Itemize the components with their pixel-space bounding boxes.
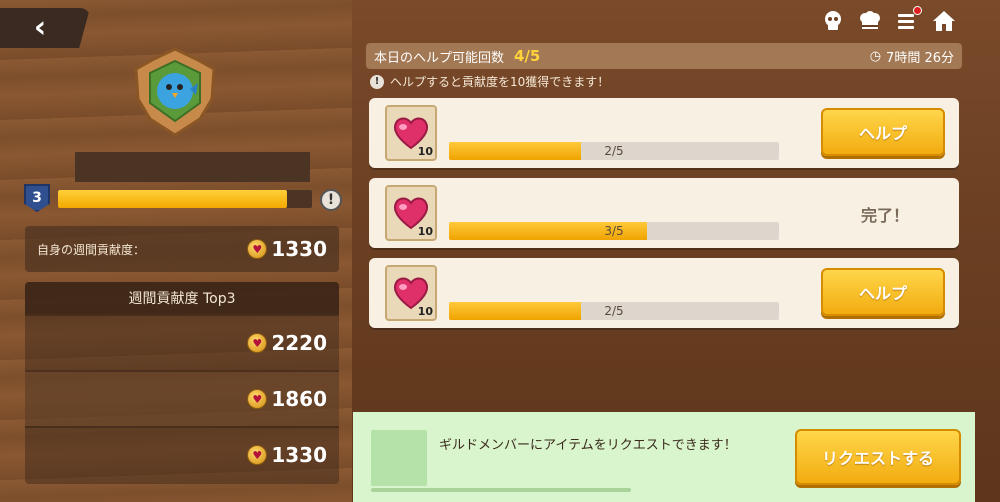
request-progress-bar: 2/5 xyxy=(449,302,779,320)
notification-dot xyxy=(913,6,922,15)
my-weekly-contribution: 自身の週間貢献度： ♥ 1330 xyxy=(25,226,339,272)
request-progress-text: 2/5 xyxy=(604,304,624,318)
back-icon: ‹ xyxy=(33,10,47,45)
help-count-value: 4/5 xyxy=(514,47,541,65)
request-button[interactable]: リクエストする xyxy=(795,429,961,485)
item-request-bar: ギルドメンバーにアイテムをリクエストできます！ リクエストする xyxy=(353,412,975,502)
list-item: ♥ 1860 xyxy=(25,370,339,426)
request-card: 10 3/5 完了！ xyxy=(369,178,959,248)
top-nav-icons xyxy=(821,6,956,33)
item-quantity: 10 xyxy=(417,225,433,238)
reset-timer-value: 7時間 26分 xyxy=(886,50,954,66)
request-progress-text: 2/5 xyxy=(604,144,624,158)
top3-score: 1860 xyxy=(271,387,327,411)
reset-timer: ◷ 7時間 26分 xyxy=(870,47,954,66)
clock-icon: ◷ xyxy=(869,48,882,64)
my-weekly-score: ♥ 1330 xyxy=(247,237,327,261)
request-card: 10 2/5 ヘルプ xyxy=(369,258,959,328)
item-quantity: 10 xyxy=(417,305,433,318)
top3-score: 2220 xyxy=(271,331,327,355)
item-slot: 10 xyxy=(385,105,437,161)
my-weekly-label: 自身の週間貢献度： xyxy=(37,242,146,257)
request-item-thumbnail[interactable] xyxy=(371,430,427,486)
xp-bar xyxy=(58,190,312,208)
help-count-label: 本日のヘルプ可能回数 xyxy=(374,50,505,66)
coin-icon: ♥ xyxy=(247,389,268,409)
guild-name-bar xyxy=(75,152,310,182)
coin-icon: ♥ xyxy=(247,333,268,353)
item-slot: 10 xyxy=(385,185,437,241)
top3-title: 週間貢献度 Top3 xyxy=(25,282,339,314)
coin-icon: ♥ xyxy=(247,445,268,465)
chef-hat-icon[interactable] xyxy=(858,9,882,33)
top3-score: 1330 xyxy=(271,443,327,467)
item-quantity: 10 xyxy=(417,145,433,158)
request-progress-bar: 3/5 xyxy=(449,222,779,240)
xp-bar-fill xyxy=(58,190,287,208)
info-icon[interactable]: ! xyxy=(320,189,342,211)
request-message: ギルドメンバーにアイテムをリクエストできます！ xyxy=(439,438,737,453)
home-icon[interactable] xyxy=(932,9,956,33)
coin-icon: ♥ xyxy=(247,239,268,259)
request-progress-bar: 2/5 xyxy=(449,142,779,160)
item-slot: 10 xyxy=(385,265,437,321)
help-note-text: ヘルプすると貢献度を10獲得できます！ xyxy=(390,75,610,89)
list-item: ♥ 2220 xyxy=(25,314,339,370)
help-note: ! ヘルプすると貢献度を10獲得できます！ xyxy=(370,73,609,90)
menu-icon[interactable] xyxy=(895,6,922,33)
scrollbar[interactable] xyxy=(371,488,631,492)
completed-label: 完了！ xyxy=(860,206,909,225)
back-button[interactable]: ‹ xyxy=(0,8,90,48)
skull-icon[interactable] xyxy=(821,9,845,33)
info-icon: ! xyxy=(370,74,384,89)
help-button[interactable]: ヘルプ xyxy=(821,108,945,156)
help-button[interactable]: ヘルプ xyxy=(821,268,945,316)
top3-list: 週間貢献度 Top3 ♥ 2220 ♥ 1860 ♥ 1330 xyxy=(25,282,339,484)
my-weekly-score-value: 1330 xyxy=(271,237,327,261)
list-item: ♥ 1330 xyxy=(25,426,339,482)
request-card: 10 2/5 ヘルプ xyxy=(369,98,959,168)
guild-emblem xyxy=(134,47,216,137)
request-progress-text: 3/5 xyxy=(604,224,624,238)
help-count-header: 本日のヘルプ可能回数 4/5 ◷ 7時間 26分 xyxy=(366,43,962,69)
